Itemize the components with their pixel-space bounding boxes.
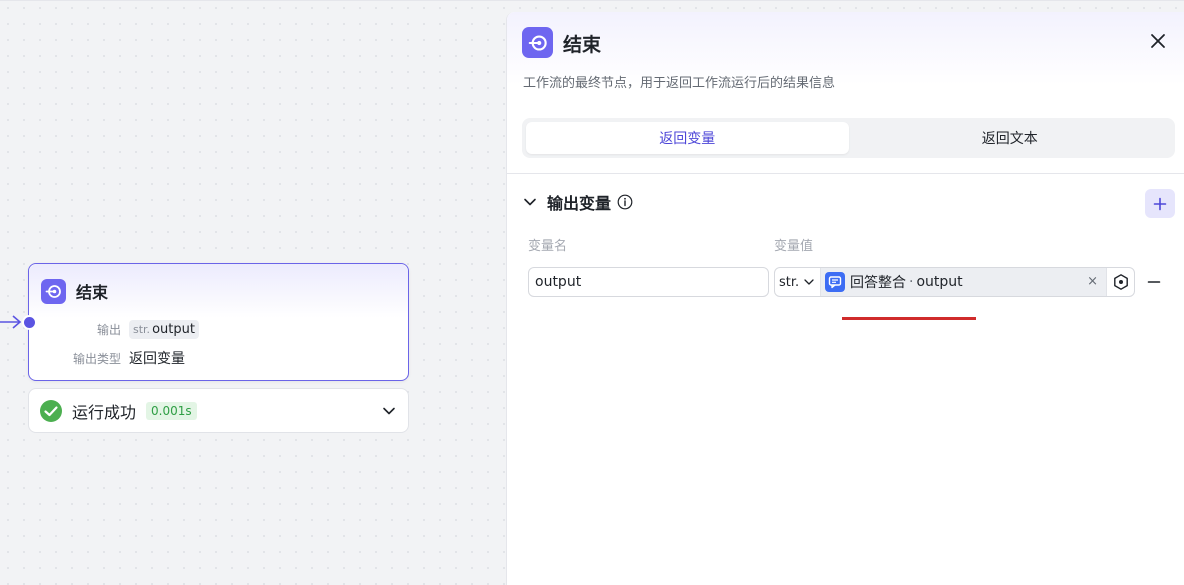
end-node-icon	[41, 278, 66, 304]
panel-header: 结束 工作流的最终节点，用于返回工作流运行后的结果信息 返回变量 返回文本	[507, 12, 1184, 174]
end-node-icon	[522, 27, 553, 58]
output-label: 输出	[96, 323, 121, 337]
output-type-value: 返回变量	[129, 351, 185, 367]
check-circle-icon	[40, 399, 62, 422]
status-time-badge: 0.001s	[146, 401, 197, 420]
column-label-name: 变量名	[528, 239, 568, 254]
chevron-down-icon[interactable]	[523, 195, 537, 209]
node-config-panel: 结束 工作流的最终节点，用于返回工作流运行后的结果信息 返回变量 返回文本 输出…	[506, 12, 1184, 585]
output-type-label: 输出类型	[72, 351, 121, 366]
info-icon[interactable]	[617, 194, 633, 210]
variable-picker-icon	[1113, 274, 1128, 290]
variable-name-input[interactable]	[528, 267, 769, 297]
tab-return-variable[interactable]: 返回变量	[526, 122, 849, 154]
chevron-down-icon[interactable]	[382, 404, 396, 418]
annotation-underline	[842, 317, 976, 320]
output-variables-section-header[interactable]: 输出变量	[523, 190, 633, 214]
clear-reference-button[interactable]: ×	[1087, 274, 1098, 289]
end-node-card[interactable]: 结束 输出 str. output 输出类型 返回变量	[22, 263, 409, 381]
reference-node-name: 回答整合	[850, 275, 906, 291]
panel-title: 结束	[563, 34, 602, 56]
node-header: 结束	[29, 264, 408, 318]
reference-separator: ·	[909, 274, 914, 290]
answer-merge-node-icon	[825, 272, 845, 292]
column-label-value: 变量值	[774, 239, 814, 254]
panel-description: 工作流的最终节点，用于返回工作流运行后的结果信息	[523, 76, 836, 91]
run-status-bar[interactable]: 运行成功 0.001s	[28, 388, 409, 433]
close-icon[interactable]	[1148, 31, 1168, 51]
reference-variable-name: output	[916, 274, 963, 290]
variable-reference-chip[interactable]: 回答整合 · output ×	[821, 268, 1106, 296]
tab-return-text[interactable]: 返回文本	[849, 122, 1172, 154]
node-output-type-row: 输出类型 返回变量	[41, 348, 185, 368]
type-select-value: str.	[779, 274, 800, 290]
output-var-tag: str. output	[129, 320, 199, 339]
node-input-handle[interactable]	[22, 315, 37, 330]
node-title: 结束	[76, 283, 109, 302]
section-title: 输出变量	[547, 194, 612, 213]
output-var-name: output	[152, 322, 195, 337]
return-mode-tabs: 返回变量 返回文本	[522, 118, 1175, 158]
output-type-tag: str.	[133, 323, 151, 336]
plus-icon	[1153, 197, 1167, 210]
type-select[interactable]: str.	[775, 268, 821, 296]
add-variable-button[interactable]	[1145, 189, 1175, 218]
variable-value-field: str. 回答整合 · output ×	[774, 267, 1135, 297]
canvas-top-border	[0, 0, 1184, 1]
chevron-down-icon	[804, 279, 814, 285]
status-text: 运行成功	[72, 402, 137, 422]
variable-picker-button[interactable]	[1106, 268, 1134, 296]
edge-arrow-icon	[0, 315, 22, 329]
minus-icon[interactable]	[1147, 275, 1161, 289]
node-output-row: 输出 str. output	[41, 320, 199, 339]
